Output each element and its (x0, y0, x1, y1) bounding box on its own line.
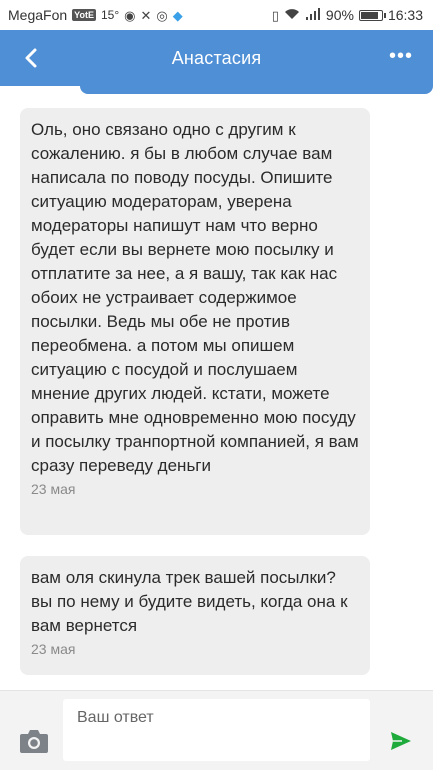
reply-input[interactable] (63, 699, 370, 761)
message-text: Оль, оно связано одно с другим к сожален… (31, 120, 359, 475)
network-badge: YotE (72, 9, 96, 21)
battery-icon (358, 9, 386, 21)
more-options-button[interactable]: ••• (389, 46, 413, 66)
header-tab-strip (80, 86, 433, 94)
notification-icon: ◉ (124, 7, 136, 23)
camera-icon (20, 730, 48, 753)
status-bar: MegaFon YotE 15° ◉ ✕ ◎ ◆ ▯ 90% 16:33 (0, 0, 433, 30)
send-button[interactable] (389, 729, 413, 753)
chevron-left-icon (25, 48, 37, 68)
wifi-icon (284, 8, 300, 22)
message-date: 23 мая (31, 481, 76, 497)
clock: 16:33 (387, 7, 423, 23)
whatsapp-icon: ◎ (156, 7, 168, 23)
send-icon (391, 732, 411, 750)
missed-call-icon: ✕ (140, 7, 152, 23)
signal-icon (305, 8, 321, 22)
message-text: вам оля скинула трек вашей посылки? вы п… (31, 568, 348, 635)
message-bubble: вам оля скинула трек вашей посылки? вы п… (20, 556, 370, 675)
message-list[interactable]: Оль, оно связано одно с другим к сожален… (0, 94, 433, 690)
back-button[interactable] (18, 44, 46, 72)
bird-icon: ◆ (172, 7, 183, 23)
attach-photo-button[interactable] (19, 728, 49, 754)
status-bar-right: ▯ 90% 16:33 (272, 7, 423, 23)
battery-percent: 90% (325, 7, 354, 23)
message-date: 23 мая (31, 641, 76, 657)
carrier-name: MegaFon (8, 7, 68, 23)
chat-header: Анастасия ••• (0, 30, 433, 86)
temperature: 15° (101, 8, 120, 22)
battery-fill (360, 11, 379, 19)
status-bar-left: MegaFon YotE 15° ◉ ✕ ◎ ◆ (8, 7, 183, 23)
vibrate-icon: ▯ (271, 7, 279, 23)
page-title: Анастасия (171, 47, 262, 68)
composer (0, 690, 433, 770)
message-bubble: Оль, оно связано одно с другим к сожален… (20, 108, 370, 535)
